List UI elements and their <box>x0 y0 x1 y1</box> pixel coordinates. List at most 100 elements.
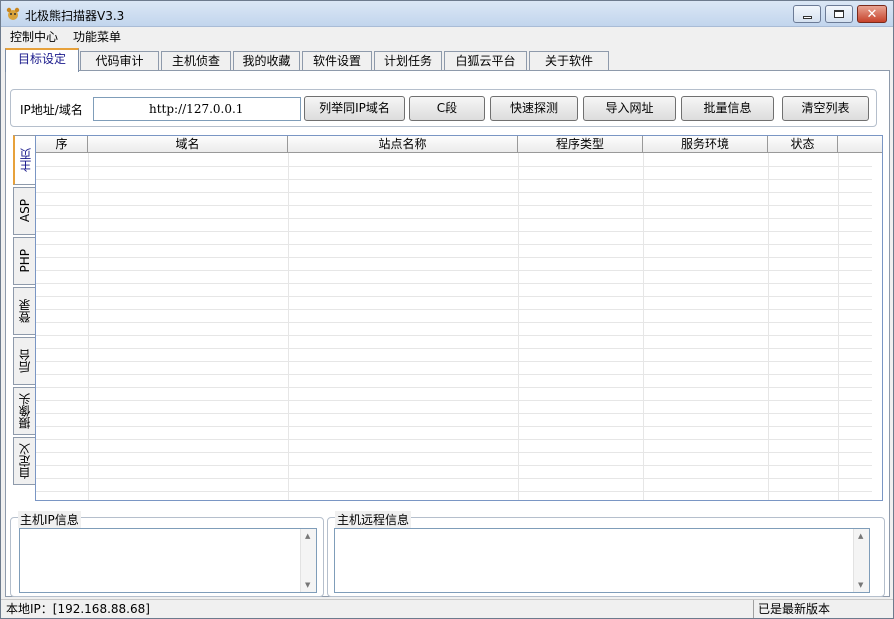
maximize-button[interactable] <box>825 5 853 23</box>
window-title: 北极熊扫描器V3.3 <box>25 9 125 23</box>
grid-row-line <box>36 192 872 193</box>
grid-row-line <box>36 231 872 232</box>
scroll-up-icon[interactable]: ▲ <box>858 532 863 540</box>
grid-column-line <box>88 153 89 500</box>
side-tab-custom[interactable]: 自定义 <box>13 437 35 485</box>
column-site-name[interactable]: 站点名称 <box>288 136 518 153</box>
menu-function-menu[interactable]: 功能菜单 <box>73 28 121 45</box>
tab-favorites[interactable]: 我的收藏 <box>233 51 300 71</box>
grid-row-line <box>36 335 872 336</box>
grid-row-line <box>36 179 872 180</box>
side-tab-camera[interactable]: 摄像头 <box>13 387 35 435</box>
tab-host-recon[interactable]: 主机侦查 <box>161 51 231 71</box>
grid-row-line <box>36 452 872 453</box>
side-tab-home[interactable]: 主页 <box>13 135 35 185</box>
grid-row-line <box>36 374 872 375</box>
maximize-icon <box>834 10 844 18</box>
quick-probe-button[interactable]: 快速探测 <box>490 96 578 121</box>
tab-scheduled-tasks[interactable]: 计划任务 <box>374 51 442 71</box>
tab-target-settings[interactable]: 目标设定 <box>5 48 79 72</box>
grid-row-line <box>36 244 872 245</box>
side-tab-php[interactable]: PHP <box>13 237 35 285</box>
grid-row-line <box>36 400 872 401</box>
close-button[interactable]: ✕ <box>857 5 887 23</box>
host-remote-info-textbox[interactable]: ▲ ▼ <box>334 528 870 593</box>
ip-domain-label: IP地址/域名 <box>20 103 83 117</box>
grid-row-line <box>36 348 872 349</box>
grid-row-line <box>36 439 872 440</box>
grid-row-line <box>36 361 872 362</box>
tab-software-settings[interactable]: 软件设置 <box>302 51 372 71</box>
grid-row-line <box>36 205 872 206</box>
table-header: 序 域名 站点名称 程序类型 服务环境 状态 <box>36 136 882 153</box>
grid-row-line <box>36 413 872 414</box>
tab-about[interactable]: 关于软件 <box>529 51 609 71</box>
status-divider <box>753 600 754 618</box>
side-tab-asp[interactable]: ASP <box>13 187 35 235</box>
grid-column-line <box>838 153 839 500</box>
scroll-down-icon[interactable]: ▼ <box>858 581 863 589</box>
ip-domain-input[interactable]: http://127.0.0.1 <box>93 97 301 121</box>
grid-column-line <box>288 153 289 500</box>
menu-control-center[interactable]: 控制中心 <box>10 28 58 45</box>
table-body <box>36 153 882 500</box>
status-bar: 本地IP：[192.168.88.68] 已是最新版本 <box>1 599 893 618</box>
menu-bar: 控制中心 功能菜单 <box>1 27 893 44</box>
tab-code-audit[interactable]: 代码审计 <box>80 51 159 71</box>
minimize-icon <box>802 15 812 19</box>
close-icon: ✕ <box>866 6 878 22</box>
host-remote-info-title: 主机远程信息 <box>335 511 412 528</box>
side-tab-label: 自定义 <box>18 443 32 479</box>
side-tab-label: 登录 <box>18 299 32 323</box>
side-tab-label: PHP <box>17 249 32 273</box>
host-ip-info-textbox[interactable]: ▲ ▼ <box>19 528 317 593</box>
main-tab-strip: 目标设定 代码审计 主机侦查 我的收藏 软件设置 计划任务 白狐云平台 关于软件 <box>1 45 893 72</box>
grid-column-line <box>518 153 519 500</box>
grid-row-line <box>36 270 872 271</box>
host-remote-info-scrollbar[interactable]: ▲ ▼ <box>853 529 869 592</box>
scroll-up-icon[interactable]: ▲ <box>305 532 310 540</box>
grid-row-line <box>36 296 872 297</box>
list-same-ip-domains-button[interactable]: 列举同IP域名 <box>304 96 405 121</box>
grid-row-line <box>36 283 872 284</box>
grid-row-line <box>36 166 872 167</box>
side-tab-login[interactable]: 登录 <box>13 287 35 335</box>
app-window: 北极熊扫描器V3.3 ✕ 控制中心 功能菜单 目标设定 代码审计 主机侦查 我的… <box>0 0 894 619</box>
title-bar[interactable]: 北极熊扫描器V3.3 ✕ <box>1 1 893 27</box>
side-tab-strip: 主页 ASP PHP 登录 后台 摄像头 自定义 <box>13 135 35 487</box>
grid-row-line <box>36 465 872 466</box>
c-segment-button[interactable]: C段 <box>409 96 485 121</box>
side-tab-label: 主页 <box>18 148 33 172</box>
side-tab-label: ASP <box>17 199 32 223</box>
app-bear-icon <box>6 7 20 20</box>
grid-row-line <box>36 322 872 323</box>
results-table[interactable]: 序 域名 站点名称 程序类型 服务环境 状态 <box>35 135 883 501</box>
grid-row-line <box>36 491 872 492</box>
scroll-down-icon[interactable]: ▼ <box>305 581 310 589</box>
grid-row-line <box>36 478 872 479</box>
import-urls-button[interactable]: 导入网址 <box>583 96 676 121</box>
grid-column-line <box>768 153 769 500</box>
column-index[interactable]: 序 <box>36 136 88 153</box>
side-tab-label: 摄像头 <box>18 393 32 429</box>
grid-row-line <box>36 426 872 427</box>
side-tab-admin[interactable]: 后台 <box>13 337 35 385</box>
host-ip-info-title: 主机IP信息 <box>18 511 81 528</box>
batch-info-button[interactable]: 批量信息 <box>681 96 774 121</box>
column-status[interactable]: 状态 <box>768 136 838 153</box>
grid-row-line <box>36 218 872 219</box>
grid-row-line <box>36 387 872 388</box>
clear-list-button[interactable]: 清空列表 <box>782 96 869 121</box>
grid-column-line <box>643 153 644 500</box>
column-domain[interactable]: 域名 <box>88 136 288 153</box>
grid-row-line <box>36 257 872 258</box>
status-local-ip: 本地IP：[192.168.88.68] <box>6 602 150 616</box>
minimize-button[interactable] <box>793 5 821 23</box>
column-program-type[interactable]: 程序类型 <box>518 136 643 153</box>
column-server-env[interactable]: 服务环境 <box>643 136 768 153</box>
side-tab-label: 后台 <box>18 349 32 373</box>
tab-whitefox-cloud[interactable]: 白狐云平台 <box>444 51 527 71</box>
host-ip-info-scrollbar[interactable]: ▲ ▼ <box>300 529 316 592</box>
grid-row-line <box>36 309 872 310</box>
status-version: 已是最新版本 <box>758 602 831 616</box>
